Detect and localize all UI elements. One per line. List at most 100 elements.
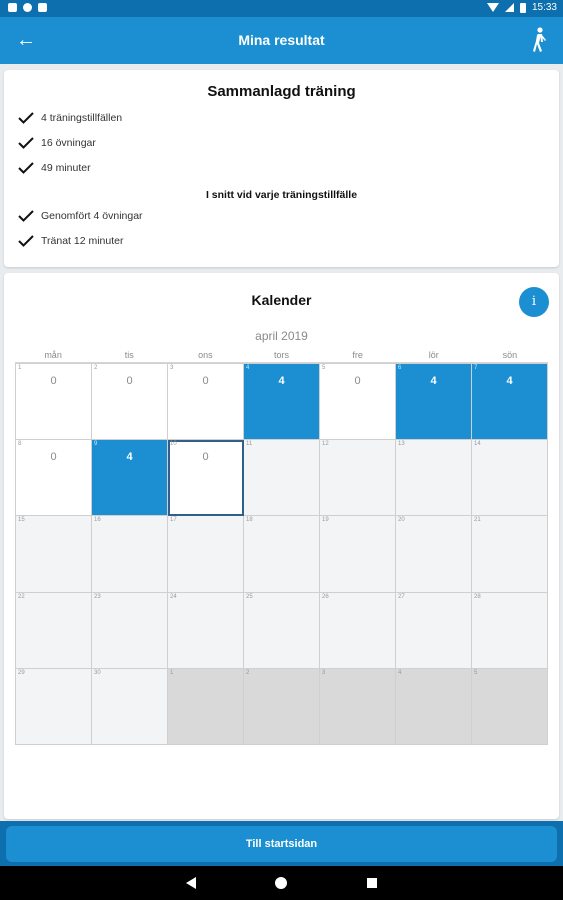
check-icon: [18, 112, 34, 124]
nav-back-icon[interactable]: [186, 877, 196, 889]
day-number: 10: [170, 441, 177, 448]
calendar-day[interactable]: 10 0: [168, 440, 244, 517]
day-number: 9: [94, 441, 98, 448]
day-number: 8: [18, 441, 22, 448]
exercise-count: 0: [50, 375, 57, 387]
weekday-label: tis: [124, 350, 134, 360]
calendar-day[interactable]: 23: [92, 592, 168, 669]
calendar-day[interactable]: 11: [244, 440, 320, 517]
check-icon: [18, 210, 34, 222]
exercise-count: 4: [278, 375, 285, 387]
info-icon: i: [531, 294, 537, 309]
exercise-count: 4: [126, 451, 133, 464]
calendar-day[interactable]: 27: [396, 592, 472, 669]
calendar-title: Kalender: [251, 292, 312, 308]
day-number: 29: [18, 669, 25, 676]
exercise-count: 0: [126, 375, 133, 387]
calendar-day[interactable]: 18: [244, 516, 320, 593]
summary-line: Genomfört 4 övningar: [18, 210, 143, 222]
day-number: 16: [94, 517, 101, 524]
calendar-grid: 1 0 2 0 3 0 4 4 5 0 6 4 7 4 8 0 9 4 10 0 11 12 13 14 15 16 17 18 19 2…: [15, 363, 548, 745]
calendar-day[interactable]: 13: [396, 440, 472, 517]
exercise-count: 0: [354, 375, 361, 387]
summary-line: 49 minuter: [18, 162, 91, 174]
calendar-day[interactable]: 15: [16, 516, 92, 593]
calendar-day[interactable]: 80: [16, 440, 92, 517]
summary-card: Sammanlagd träning 4 träningstillfällen …: [4, 70, 559, 267]
nav-recents-icon[interactable]: [367, 878, 377, 888]
calendar-day[interactable]: 1: [168, 668, 244, 745]
calendar-day[interactable]: 24: [168, 592, 244, 669]
day-number: 17: [170, 517, 177, 524]
day-number: 3: [322, 669, 326, 676]
calendar-day[interactable]: 20: [92, 364, 168, 441]
home-button[interactable]: Till startsidan: [6, 826, 557, 862]
day-number: 5: [474, 669, 478, 676]
summary-text: 49 minuter: [41, 162, 91, 174]
calendar-day[interactable]: 28: [472, 592, 548, 669]
calendar-day[interactable]: 12: [320, 440, 396, 517]
calendar-day[interactable]: 30: [92, 668, 168, 745]
calendar-day[interactable]: 26: [320, 592, 396, 669]
day-number: 13: [398, 441, 405, 448]
system-nav-bar: [0, 866, 563, 900]
day-number: 5: [322, 365, 326, 371]
nav-home-icon[interactable]: [275, 877, 287, 889]
notification-icon: [8, 3, 17, 12]
day-number: 1: [18, 365, 22, 371]
day-number: 14: [474, 441, 481, 448]
calendar-day[interactable]: 5: [472, 668, 548, 745]
calendar-day[interactable]: 3: [320, 668, 396, 745]
calendar-day[interactable]: 4: [396, 668, 472, 745]
calendar-day[interactable]: 74: [472, 364, 548, 441]
calendar-day[interactable]: 14: [472, 440, 548, 517]
check-icon: [18, 137, 34, 149]
calendar-day[interactable]: 22: [16, 592, 92, 669]
summary-line: Tränat 12 minuter: [18, 235, 123, 247]
info-button[interactable]: i: [519, 287, 549, 317]
exercise-count: 4: [506, 375, 513, 387]
calendar-month: april 2019: [255, 329, 308, 343]
day-number: 28: [474, 593, 481, 600]
calendar-day[interactable]: 29: [16, 668, 92, 745]
day-number: 30: [94, 669, 101, 676]
weekday-label: ons: [198, 350, 213, 360]
day-number: 1: [170, 669, 174, 676]
calendar-day[interactable]: 50: [320, 364, 396, 441]
walking-person-icon[interactable]: [527, 26, 551, 54]
average-subtitle: I snitt vid varje träningstillfälle: [205, 189, 358, 201]
summary-text: 4 träningstillfällen: [41, 112, 123, 124]
signal-icon: [504, 3, 514, 12]
day-number: 20: [398, 517, 405, 524]
calendar-day[interactable]: 44: [244, 364, 320, 441]
summary-text: Genomfört 4 övningar: [41, 210, 143, 222]
exercise-count: 0: [202, 375, 209, 387]
calendar-day[interactable]: 94: [92, 440, 168, 517]
day-number: 11: [246, 441, 253, 448]
calendar-day[interactable]: 25: [244, 592, 320, 669]
calendar-day[interactable]: 20: [396, 516, 472, 593]
battery-icon: [519, 2, 526, 13]
calendar-day[interactable]: 30: [168, 364, 244, 441]
calendar-day[interactable]: 21: [472, 516, 548, 593]
day-number: 24: [170, 593, 177, 600]
day-number: 15: [18, 517, 25, 524]
wifi-icon: [486, 3, 499, 12]
calendar-day[interactable]: 10: [16, 364, 92, 441]
calendar-day[interactable]: 16: [92, 516, 168, 593]
check-icon: [18, 235, 34, 247]
calendar-day[interactable]: 17: [168, 516, 244, 593]
check-icon: [18, 162, 34, 174]
day-number: 12: [322, 441, 329, 448]
status-time: 15:33: [531, 2, 557, 13]
calendar-day[interactable]: 64: [396, 364, 472, 441]
calendar-card: Kalender i april 2019 mån tis ons tors f…: [4, 273, 559, 819]
day-number: 6: [398, 365, 402, 371]
calendar-day[interactable]: 2: [244, 668, 320, 745]
day-number: 25: [246, 593, 253, 600]
calendar-day[interactable]: 19: [320, 516, 396, 593]
weekday-header: mån tis ons tors fre lör sön: [15, 350, 548, 363]
day-number: 18: [246, 517, 253, 524]
weekday-label: tors: [273, 350, 289, 360]
day-number: 19: [322, 517, 329, 524]
